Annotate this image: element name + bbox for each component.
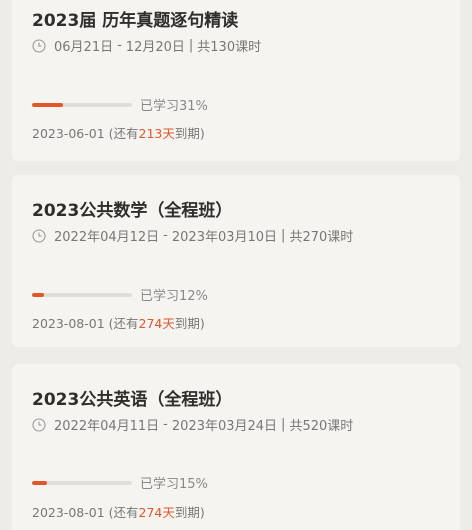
expiry-info: 2023-08-01 (还有274天到期) bbox=[32, 502, 205, 521]
expiry-date: 2023-06-01 bbox=[32, 126, 105, 141]
course-list: 2023届 历年真题逐句精读 06月21日 - 12月20日 | 共130课时 … bbox=[0, 0, 472, 530]
remain-suffix: 到期) bbox=[174, 316, 205, 331]
progress-bar bbox=[32, 292, 132, 297]
course-card[interactable]: 2023公共英语（全程班） 2022年04月11日 - 2023年03月24日 … bbox=[12, 364, 460, 530]
expiry-info: 2023-06-01 (还有213天到期) bbox=[32, 123, 205, 142]
remain-prefix: (还有 bbox=[108, 126, 139, 141]
course-schedule: 2022年04月12日 - 2023年03月10日 | 共270课时 bbox=[32, 226, 353, 245]
remain-prefix: (还有 bbox=[108, 505, 139, 520]
progress-row: 已学习12% bbox=[32, 285, 208, 304]
pipe-separator: | bbox=[281, 417, 286, 432]
end-date: 2023年03月24日 bbox=[171, 419, 278, 434]
course-title: 2023公共数学（全程班） bbox=[32, 201, 233, 221]
total-lessons: 共520课时 bbox=[289, 419, 354, 434]
progress-row: 已学习31% bbox=[32, 95, 208, 114]
progress-label: 已学习31% bbox=[140, 99, 208, 114]
start-date: 2022年04月12日 bbox=[54, 230, 160, 245]
remain-suffix: 到期) bbox=[174, 505, 205, 520]
pipe-separator: | bbox=[281, 228, 286, 243]
progress-row: 已学习15% bbox=[32, 473, 208, 492]
end-date: 12月20日 bbox=[125, 40, 185, 55]
remain-days: 213天 bbox=[138, 126, 175, 141]
remain-suffix: 到期) bbox=[174, 126, 205, 141]
progress-label: 已学习15% bbox=[140, 477, 208, 492]
clock-icon bbox=[32, 38, 46, 53]
remain-days: 274天 bbox=[138, 316, 175, 331]
course-schedule: 2022年04月11日 - 2023年03月24日 | 共520课时 bbox=[32, 415, 353, 434]
remain-prefix: (还有 bbox=[108, 316, 139, 331]
progress-label: 已学习12% bbox=[140, 289, 208, 304]
clock-icon bbox=[32, 417, 46, 432]
start-date: 2022年04月11日 bbox=[54, 419, 160, 434]
progress-bar bbox=[32, 480, 132, 485]
range-separator: - bbox=[163, 417, 168, 432]
progress-bar bbox=[32, 102, 132, 107]
progress-fill bbox=[32, 480, 47, 485]
start-date: 06月21日 bbox=[54, 40, 114, 55]
range-separator: - bbox=[163, 228, 168, 243]
total-lessons: 共270课时 bbox=[289, 230, 354, 245]
progress-fill bbox=[32, 292, 44, 297]
course-title: 2023届 历年真题逐句精读 bbox=[32, 11, 239, 31]
expiry-info: 2023-08-01 (还有274天到期) bbox=[32, 313, 205, 332]
course-card[interactable]: 2023公共数学（全程班） 2022年04月12日 - 2023年03月10日 … bbox=[12, 175, 460, 347]
progress-fill bbox=[32, 102, 63, 107]
expiry-date: 2023-08-01 bbox=[32, 505, 105, 520]
range-separator: - bbox=[117, 38, 122, 53]
total-lessons: 共130课时 bbox=[197, 40, 262, 55]
pipe-separator: | bbox=[188, 38, 194, 53]
course-schedule: 06月21日 - 12月20日 | 共130课时 bbox=[32, 36, 261, 55]
expiry-date: 2023-08-01 bbox=[32, 316, 105, 331]
remain-days: 274天 bbox=[138, 505, 175, 520]
course-title: 2023公共英语（全程班） bbox=[32, 390, 233, 410]
course-card[interactable]: 2023届 历年真题逐句精读 06月21日 - 12月20日 | 共130课时 … bbox=[12, 0, 460, 161]
end-date: 2023年03月10日 bbox=[171, 230, 278, 245]
clock-icon bbox=[32, 228, 46, 243]
